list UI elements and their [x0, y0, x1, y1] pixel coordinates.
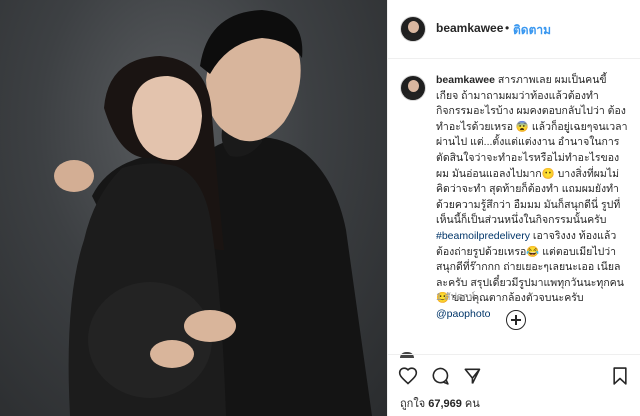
- likes-label: ถูกใจ: [400, 398, 426, 410]
- likes-count[interactable]: ถูกใจ 67,969 คน: [400, 394, 480, 412]
- caption-hashtag[interactable]: #beamoilpredelivery: [436, 230, 530, 242]
- likes-number: 67,969: [428, 398, 462, 410]
- caption-avatar[interactable]: [400, 75, 426, 101]
- caption-username[interactable]: beamkawee: [436, 74, 495, 86]
- likes-unit: คน: [464, 398, 480, 410]
- author-username[interactable]: beamkawee: [436, 21, 503, 35]
- share-icon[interactable]: [462, 366, 482, 386]
- post-photo-illustration: [54, 10, 372, 416]
- divider: [388, 354, 640, 355]
- post-header: beamkawee • ติดตาม: [388, 0, 640, 59]
- heart-icon[interactable]: [398, 366, 418, 386]
- post-photo[interactable]: [0, 0, 387, 416]
- post-timestamp[interactable]: 1 สัปดาห์: [436, 290, 476, 305]
- post-side-panel: beamkawee • ติดตาม beamkawee สารภาพเลย ผ…: [387, 0, 640, 416]
- follow-button[interactable]: ติดตาม: [513, 21, 551, 40]
- caption-text: สารภาพเลย ผมเป็นคนขี้เกียจ ถ้ามาถามผมว่า…: [436, 74, 628, 227]
- bookmark-icon[interactable]: [610, 366, 630, 386]
- post-caption: beamkawee สารภาพเลย ผมเป็นคนขี้เกียจ ถ้า…: [436, 73, 628, 323]
- comment-avatar-peek: [400, 352, 414, 358]
- separator-dot: •: [505, 21, 510, 35]
- comment-icon[interactable]: [430, 366, 450, 386]
- action-bar: [388, 360, 640, 390]
- plus-circle-icon[interactable]: [506, 310, 526, 330]
- instagram-post: beamkawee • ติดตาม beamkawee สารภาพเลย ผ…: [0, 0, 640, 416]
- author-avatar[interactable]: [400, 16, 426, 42]
- caption-mention[interactable]: @paophoto: [436, 308, 490, 320]
